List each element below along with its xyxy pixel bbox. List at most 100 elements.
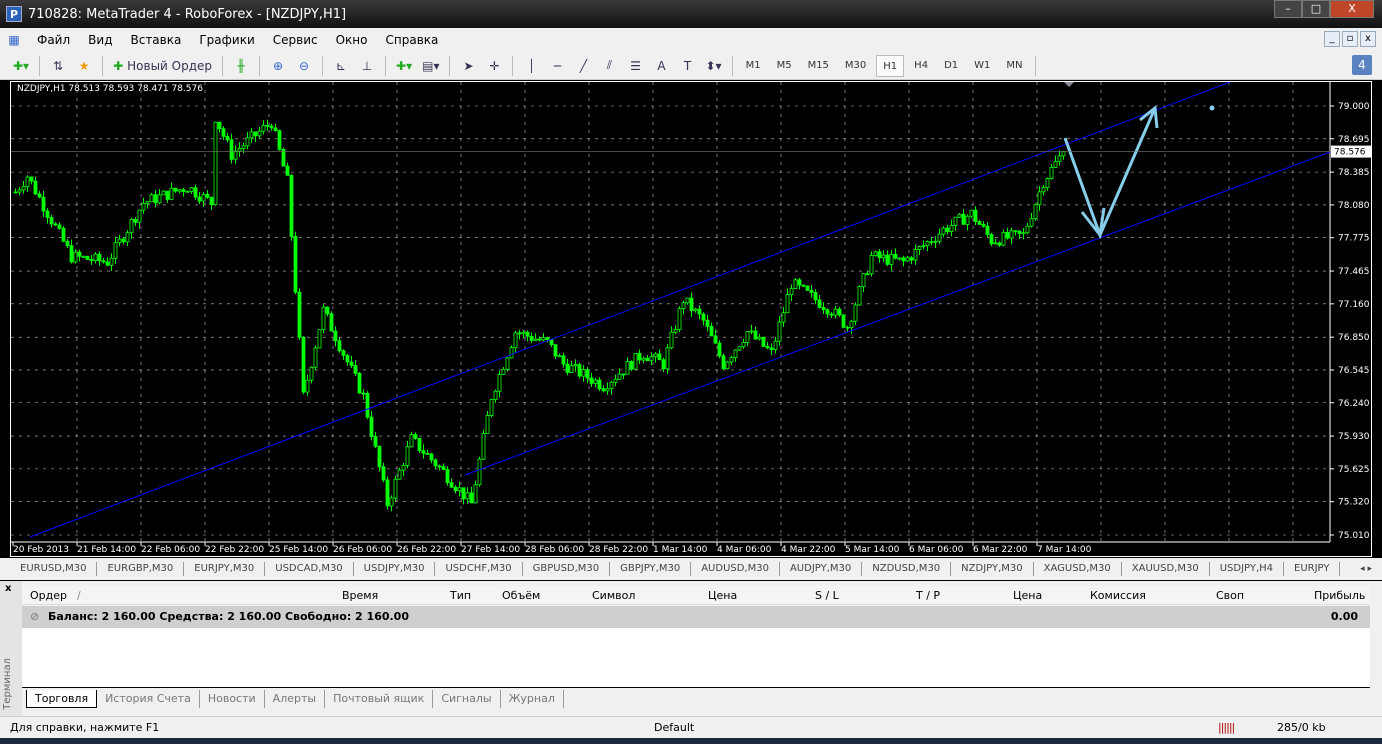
symbol-tab[interactable]: EURUSD,M30 xyxy=(10,562,98,576)
symbol-tab[interactable]: EURJPY xyxy=(1284,562,1341,576)
candle-body xyxy=(565,363,570,373)
col-profit[interactable]: Прибыль xyxy=(1314,589,1365,602)
close-button[interactable]: X xyxy=(1330,0,1374,18)
col-time[interactable]: Время xyxy=(342,589,378,602)
symbol-tab[interactable]: AUDJPY,M30 xyxy=(780,562,863,576)
mdi-minimize-button[interactable]: _ xyxy=(1324,31,1340,47)
candle-body xyxy=(813,291,818,301)
mdi-close-button[interactable]: x xyxy=(1360,31,1376,47)
periods-icon[interactable]: ▤▾ xyxy=(419,55,442,77)
col-symbol[interactable]: Символ xyxy=(592,589,635,602)
new-order-button[interactable]: ✚ Новый Ордер xyxy=(110,55,215,77)
terminal-tab[interactable]: История Счета xyxy=(97,690,200,708)
new-chart-icon[interactable]: ✚▾ xyxy=(10,55,32,77)
price-chart[interactable]: 79.000 78.695 78.385 78.080 77.775 77.465 77.1… xyxy=(10,81,1372,557)
text-tool[interactable]: A xyxy=(650,55,672,77)
x-tick-label: 4 Mar 22:00 xyxy=(781,545,836,555)
candle-body xyxy=(37,193,42,198)
symbol-tab[interactable]: NZDJPY,M30 xyxy=(951,562,1034,576)
menu-view[interactable]: Вид xyxy=(79,33,121,47)
arrows-icon[interactable]: ⬍▾ xyxy=(702,55,724,77)
tf-d1[interactable]: D1 xyxy=(938,55,964,77)
candle-body xyxy=(909,257,914,261)
col-tp[interactable]: T / P xyxy=(916,589,940,602)
col-current-price[interactable]: Цена xyxy=(1013,589,1042,602)
tf-m1[interactable]: M1 xyxy=(740,55,767,77)
vertical-line-icon[interactable]: │ xyxy=(520,55,542,77)
menu-insert[interactable]: Вставка xyxy=(121,33,190,47)
tabs-scroll-arrows[interactable]: ◂ ▸ xyxy=(1360,564,1372,574)
zoom-in-icon[interactable]: ⊕ xyxy=(267,55,289,77)
indicators-icon[interactable]: ✚▾ xyxy=(393,55,415,77)
horizontal-line-icon[interactable]: ─ xyxy=(546,55,568,77)
chart-canvas[interactable]: 79.000 78.695 78.385 78.080 77.775 77.465 77.1… xyxy=(11,81,1371,556)
symbol-tab[interactable]: USDJPY,M30 xyxy=(354,562,436,576)
symbol-tab[interactable]: NZDUSD,M30 xyxy=(862,562,952,576)
terminal-tab[interactable]: Новости xyxy=(200,690,265,708)
terminal-tab[interactable]: Почтовый ящик xyxy=(325,690,434,708)
symbol-tab[interactable]: XAGUSD,M30 xyxy=(1034,562,1122,576)
col-swap[interactable]: Своп xyxy=(1216,589,1244,602)
tf-m15[interactable]: M15 xyxy=(802,55,835,77)
col-sl[interactable]: S / L xyxy=(815,589,839,602)
terminal-tab[interactable]: Журнал xyxy=(501,690,564,708)
menu-charts[interactable]: Графики xyxy=(190,33,263,47)
terminal-tab[interactable]: Алерты xyxy=(265,690,326,708)
symbol-tab[interactable]: USDJPY,H4 xyxy=(1210,562,1284,576)
tf-h1[interactable]: H1 xyxy=(876,54,905,77)
symbol-tab[interactable]: USDCHF,M30 xyxy=(435,562,523,576)
tf-w1[interactable]: W1 xyxy=(968,55,996,77)
crosshair-icon[interactable]: ✛ xyxy=(483,55,505,77)
minimize-button[interactable]: – xyxy=(1274,0,1302,18)
terminal-tab[interactable]: Торговля xyxy=(26,690,98,708)
terminal-close-button[interactable]: x xyxy=(5,583,11,594)
tf-m5[interactable]: M5 xyxy=(771,55,798,77)
symbol-tab[interactable]: USDCAD,M30 xyxy=(265,562,354,576)
candle-body xyxy=(309,366,314,381)
candle-body xyxy=(989,234,994,245)
candle-body xyxy=(877,251,882,259)
menu-file[interactable]: Файл xyxy=(28,33,79,47)
col-type[interactable]: Тип xyxy=(450,589,471,602)
menu-tools[interactable]: Сервис xyxy=(264,33,327,47)
tf-mn[interactable]: MN xyxy=(1000,55,1028,77)
col-price[interactable]: Цена xyxy=(708,589,737,602)
chart-symbol-info: NZDJPY,H1 78.513 78.593 78.471 78.576 xyxy=(17,84,203,94)
notifications-badge[interactable]: 4 xyxy=(1352,55,1372,75)
tf-h4[interactable]: H4 xyxy=(908,55,934,77)
tf-m30[interactable]: M30 xyxy=(839,55,872,77)
candle-body xyxy=(381,466,386,481)
col-volume[interactable]: Объём xyxy=(502,589,540,602)
mdi-restore-button[interactable]: ▫ xyxy=(1342,31,1358,47)
balance-row[interactable]: ⊘ Баланс: 2 160.00 Средства: 2 160.00 Св… xyxy=(22,606,1370,628)
symbol-tab[interactable]: GBPUSD,M30 xyxy=(523,562,611,576)
symbol-tab[interactable]: GBPJPY,M30 xyxy=(610,562,692,576)
favorites-icon[interactable]: ★ xyxy=(73,55,95,77)
current-price-label: 78.576 xyxy=(1334,148,1366,158)
menu-window[interactable]: Окно xyxy=(327,33,377,47)
text-label-tool[interactable]: T xyxy=(676,55,698,77)
zoom-out-icon[interactable]: ⊖ xyxy=(293,55,315,77)
maximize-button[interactable]: □ xyxy=(1302,0,1330,18)
candle-body xyxy=(425,452,430,455)
symbol-tab[interactable]: EURGBP,M30 xyxy=(97,562,185,576)
symbol-tab[interactable]: EURJPY,M30 xyxy=(184,562,266,576)
symbol-tab[interactable]: XAUUSD,M30 xyxy=(1122,562,1210,576)
equidistant-channel-icon[interactable]: ⫽ xyxy=(598,55,620,77)
cursor-icon[interactable]: ➤ xyxy=(457,55,479,77)
symbol-tab[interactable]: AUDUSD,M30 xyxy=(691,562,780,576)
candle-body xyxy=(317,329,322,349)
menu-help[interactable]: Справка xyxy=(377,33,448,47)
candle-body xyxy=(65,240,70,247)
fibonacci-icon[interactable]: ☰ xyxy=(624,55,646,77)
terminal-tab[interactable]: Сигналы xyxy=(433,690,501,708)
col-order[interactable]: Ордер xyxy=(30,589,67,602)
autoscroll-icon[interactable]: ⊾ xyxy=(330,55,352,77)
candle-body xyxy=(781,312,786,323)
chart-shift-icon[interactable]: ⊥ xyxy=(356,55,378,77)
trendline-icon[interactable]: ╱ xyxy=(572,55,594,77)
col-commission[interactable]: Комиссия xyxy=(1090,589,1146,602)
candlestick-chart-icon[interactable]: ╫ xyxy=(230,55,252,77)
candle-body xyxy=(209,196,214,205)
profiles-icon[interactable]: ⇅ xyxy=(47,55,69,77)
